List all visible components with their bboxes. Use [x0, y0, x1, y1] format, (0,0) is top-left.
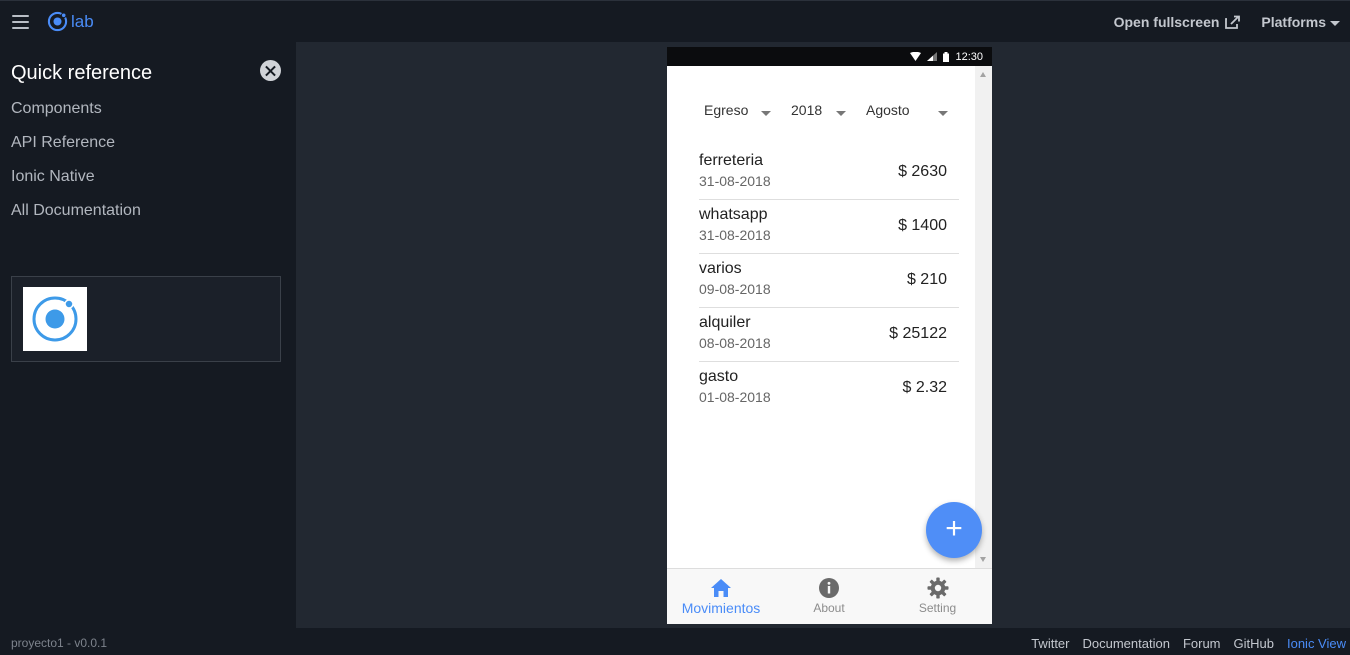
item-name: varios [699, 260, 742, 277]
transactions-list: ferreteria 31-08-2018 $ 2630 whatsapp 31… [699, 146, 959, 416]
item-amount: $ 2.32 [902, 379, 947, 396]
tab-bar: Movimientos About Setting [667, 568, 992, 624]
tab-label: About [813, 601, 845, 615]
battery-icon [943, 51, 950, 62]
tab-label: Movimientos [681, 600, 761, 616]
item-amount: $ 2630 [898, 163, 947, 180]
chevron-down-icon [1330, 20, 1340, 26]
wifi-icon [910, 52, 922, 61]
month-select-value: Agosto [866, 102, 910, 118]
footer-link-github[interactable]: GitHub [1234, 636, 1274, 651]
sidebar-link-components[interactable]: Components [11, 100, 141, 134]
gear-icon [927, 577, 948, 599]
sidebar-link-api-reference[interactable]: API Reference [11, 134, 141, 168]
list-item[interactable]: varios 09-08-2018 $ 210 [699, 254, 959, 308]
close-icon[interactable] [260, 60, 281, 81]
movimientos-page: Egreso 2018 Agosto ferreteria 31-08-2018… [667, 66, 992, 568]
device-preview: 12:30 Egreso 2018 Agosto ferreteria 31-0… [667, 47, 992, 624]
footer-links: Twitter Documentation Forum GitHub Ionic… [1018, 636, 1346, 651]
device-clock: 12:30 [955, 50, 983, 63]
item-amount: $ 25122 [889, 325, 947, 342]
item-name: alquiler [699, 314, 751, 331]
home-icon [711, 579, 731, 597]
item-name: gasto [699, 368, 739, 385]
item-date: 31-08-2018 [699, 227, 771, 243]
platforms-dropdown[interactable]: Platforms [1261, 14, 1340, 30]
chevron-down-icon [836, 111, 846, 116]
sidebar-link-all-documentation[interactable]: All Documentation [11, 202, 141, 236]
item-name: whatsapp [699, 206, 768, 223]
list-item[interactable]: ferreteria 31-08-2018 $ 2630 [699, 146, 959, 200]
year-select-value: 2018 [791, 102, 823, 118]
external-link-icon [1225, 15, 1241, 29]
list-item[interactable]: gasto 01-08-2018 $ 2.32 [699, 362, 959, 416]
footer-link-documentation[interactable]: Documentation [1083, 636, 1170, 651]
app-icon [23, 287, 87, 351]
tab-setting[interactable]: Setting [883, 569, 992, 624]
device-status-bar: 12:30 [667, 47, 992, 66]
quick-reference-sidebar: Quick reference Components API Reference… [0, 42, 296, 628]
top-bar: lab Open fullscreen Platforms [0, 0, 1350, 42]
chevron-down-icon [761, 111, 771, 116]
footer: proyecto1 - v0.0.1 Twitter Documentation… [0, 628, 1350, 655]
type-select[interactable]: Egreso [704, 102, 774, 118]
ionic-lab-logo: lab [47, 11, 94, 32]
footer-link-twitter[interactable]: Twitter [1031, 636, 1069, 651]
scroll-up-icon[interactable] [980, 72, 986, 77]
sidebar-title: Quick reference [11, 62, 153, 84]
item-name: ferreteria [699, 152, 764, 169]
item-date: 01-08-2018 [699, 389, 771, 405]
item-amount: $ 1400 [898, 217, 947, 234]
item-date: 09-08-2018 [699, 281, 771, 297]
app-card[interactable] [11, 276, 281, 362]
add-movement-button[interactable]: + [926, 502, 982, 558]
year-select[interactable]: 2018 [791, 102, 849, 118]
month-select[interactable]: Agosto [866, 102, 952, 118]
sidebar-link-ionic-native[interactable]: Ionic Native [11, 168, 141, 202]
tab-movimientos[interactable]: Movimientos [667, 569, 775, 624]
version-label: proyecto1 - v0.0.1 [11, 636, 108, 650]
filter-bar: Egreso 2018 Agosto [667, 102, 975, 124]
platforms-label: Platforms [1261, 14, 1326, 30]
footer-link-forum[interactable]: Forum [1183, 636, 1221, 651]
chevron-down-icon [938, 111, 948, 116]
scroll-down-icon[interactable] [980, 557, 986, 562]
open-fullscreen-button[interactable]: Open fullscreen [1114, 14, 1242, 30]
scrollbar[interactable] [975, 66, 992, 568]
brand-text: lab [71, 11, 94, 31]
item-amount: $ 210 [906, 271, 947, 288]
info-icon [819, 578, 839, 598]
open-fullscreen-label: Open fullscreen [1113, 14, 1220, 30]
footer-link-ionic-view[interactable]: Ionic View [1287, 636, 1346, 651]
item-date: 08-08-2018 [699, 335, 771, 351]
item-date: 31-08-2018 [699, 173, 771, 189]
tab-about[interactable]: About [775, 569, 883, 624]
sidebar-links: Components API Reference Ionic Native Al… [11, 100, 141, 236]
type-select-value: Egreso [704, 102, 749, 118]
list-item[interactable]: alquiler 08-08-2018 $ 25122 [699, 308, 959, 362]
ionic-logo-icon [47, 11, 68, 32]
tab-label: Setting [918, 601, 957, 615]
list-item[interactable]: whatsapp 31-08-2018 $ 1400 [699, 200, 959, 254]
signal-icon [927, 52, 938, 61]
menu-icon[interactable] [12, 15, 29, 29]
ionic-app-logo-icon [32, 296, 78, 342]
